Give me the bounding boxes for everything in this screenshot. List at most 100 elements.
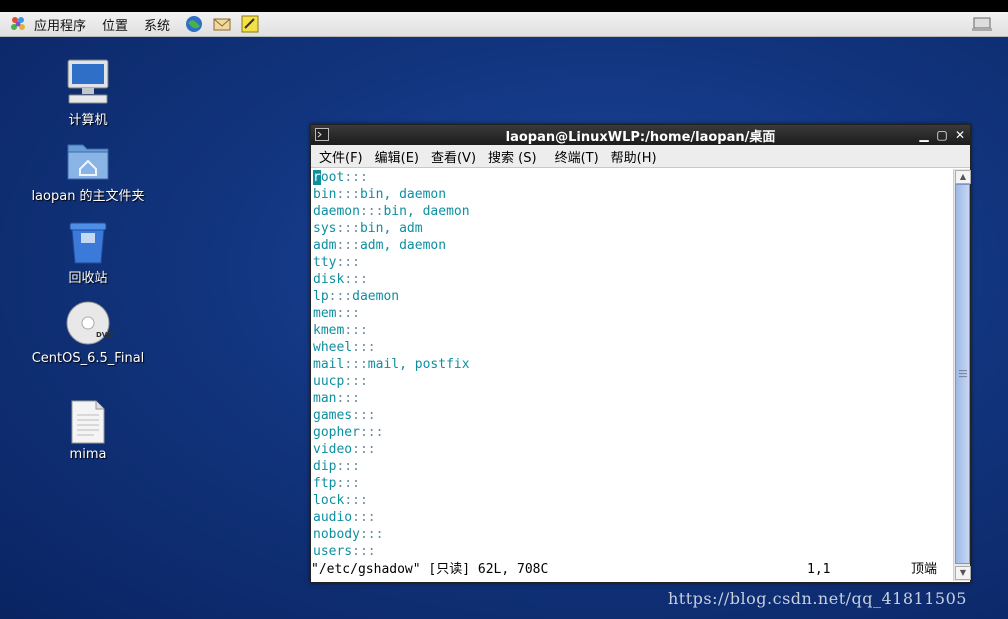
- desktop-icon-trash[interactable]: 回收站: [28, 217, 148, 286]
- group-name: gopher: [313, 425, 360, 440]
- terminal-line: tty:::: [311, 254, 953, 271]
- terminal-line: daemon:::bin, daemon: [311, 203, 953, 220]
- maximize-icon[interactable]: ▢: [934, 127, 950, 143]
- field-separator: :::: [336, 306, 360, 321]
- close-icon[interactable]: ✕: [952, 127, 968, 143]
- desktop-icon-home[interactable]: laopan 的主文件夹: [28, 139, 148, 204]
- group-name: man: [313, 391, 337, 406]
- vim-status-line: "/etc/gshadow" [只读] 62L, 708C 1,1 顶端: [311, 561, 953, 578]
- text-file-icon: [71, 400, 105, 444]
- desktop-icon-label: CentOS_6.5_Final: [31, 351, 145, 366]
- group-name: root: [313, 170, 345, 185]
- terminal-line: nobody:::: [311, 526, 953, 543]
- desktop-icon-file[interactable]: mima: [28, 399, 148, 462]
- field-separator: :::: [352, 544, 376, 559]
- field-separator: :::: [336, 221, 360, 236]
- field-separator: :::: [328, 289, 353, 304]
- home-folder-icon: [67, 144, 109, 180]
- field-separator: :::: [344, 493, 368, 508]
- terminal-line: users:::: [311, 543, 953, 560]
- group-name: ftp: [313, 476, 337, 491]
- field-separator: :::: [352, 340, 376, 355]
- terminal-line: disk:::: [311, 271, 953, 288]
- menu-edit[interactable]: 编辑(E): [375, 147, 419, 166]
- computer-icon: [67, 59, 109, 104]
- group-name: disk: [313, 272, 345, 287]
- terminal-line: mem:::: [311, 305, 953, 322]
- scroll-up-icon[interactable]: ▲: [955, 170, 971, 184]
- terminal-line: gopher:::: [311, 424, 953, 441]
- menu-file[interactable]: 文件(F): [319, 147, 363, 166]
- group-members: bin, daemon: [383, 204, 470, 219]
- terminal-line: lp:::daemon: [311, 288, 953, 305]
- field-separator: :::: [359, 204, 384, 219]
- terminal-line: ftp:::: [311, 475, 953, 492]
- terminal-line: root:::: [311, 169, 953, 186]
- terminal-content[interactable]: root::: bin:::bin, daemon daemon:::bin, da…: [311, 169, 953, 581]
- group-name: sys: [313, 221, 337, 236]
- dvd-icon: DVD: [66, 301, 113, 345]
- field-separator: :::: [344, 357, 368, 372]
- group-name: dip: [313, 459, 337, 474]
- desktop-icon-label: 计算机: [68, 113, 108, 128]
- terminal-line: man:::: [311, 390, 953, 407]
- group-name: video: [313, 442, 353, 457]
- field-separator: :::: [359, 425, 384, 440]
- top-panel: 应用程序 位置 系统: [0, 12, 1008, 37]
- menu-help[interactable]: 帮助(H): [611, 147, 657, 166]
- terminal-scrollbar[interactable]: ▲ ― ― ― ▼: [953, 169, 971, 581]
- desktop-icon-computer[interactable]: 计算机: [28, 57, 148, 128]
- field-separator: :::: [336, 476, 360, 491]
- menu-view[interactable]: 查看(V): [431, 147, 476, 166]
- group-name: audio: [313, 510, 353, 525]
- text-editor-icon[interactable]: [240, 14, 260, 34]
- terminal-icon: [315, 128, 329, 141]
- group-name: nobody: [313, 527, 360, 542]
- terminal-line: uucp:::: [311, 373, 953, 390]
- field-separator: :::: [352, 408, 376, 423]
- menu-search[interactable]: 搜索 (S): [488, 147, 537, 166]
- terminal-window[interactable]: laopan@LinuxWLP:/home/laopan/桌面 ▁ ▢ ✕ 文件…: [310, 124, 971, 583]
- menu-terminal[interactable]: 终端(T): [555, 147, 599, 166]
- group-name: wheel: [313, 340, 353, 355]
- terminal-line: sys:::bin, adm: [311, 220, 953, 237]
- field-separator: :::: [336, 255, 360, 270]
- mail-client-icon[interactable]: [212, 14, 232, 34]
- group-name: mem: [313, 306, 337, 321]
- scrollbar-thumb[interactable]: ― ― ―: [955, 184, 970, 564]
- field-separator: :::: [352, 442, 376, 457]
- menu-places[interactable]: 位置: [102, 15, 128, 34]
- group-members: bin, daemon: [359, 187, 447, 202]
- text-cursor: r: [313, 170, 321, 185]
- desktop-icon-dvd[interactable]: DVD CentOS_6.5_Final: [28, 299, 148, 366]
- group-members: adm, daemon: [359, 238, 447, 253]
- terminal-line: games:::: [311, 407, 953, 424]
- group-name: lp: [313, 289, 329, 304]
- group-members: bin, adm: [359, 221, 423, 236]
- group-name: tty: [313, 255, 337, 270]
- terminal-titlebar[interactable]: laopan@LinuxWLP:/home/laopan/桌面 ▁ ▢ ✕: [311, 125, 970, 145]
- menu-applications[interactable]: 应用程序: [34, 15, 86, 34]
- group-members: mail, postfix: [367, 357, 470, 372]
- scroll-down-icon[interactable]: ▼: [955, 566, 971, 580]
- web-browser-icon[interactable]: [184, 14, 204, 34]
- terminal-line: mail:::mail, postfix: [311, 356, 953, 373]
- group-members: daemon: [352, 289, 400, 304]
- status-file: "/etc/gshadow" [只读] 62L, 708C: [311, 562, 549, 577]
- minimize-icon[interactable]: ▁: [916, 127, 932, 143]
- terminal-lines: root::: bin:::bin, daemon daemon:::bin, da…: [311, 169, 953, 560]
- desktop-icon-label: laopan 的主文件夹: [31, 189, 145, 204]
- terminal-line: audio:::: [311, 509, 953, 526]
- desktop-icon-label: mima: [69, 447, 107, 462]
- terminal-line: video:::: [311, 441, 953, 458]
- terminal-line: wheel:::: [311, 339, 953, 356]
- group-name: kmem: [313, 323, 345, 338]
- field-separator: :::: [344, 374, 368, 389]
- field-separator: :::: [344, 323, 368, 338]
- menu-system[interactable]: 系统: [144, 15, 170, 34]
- network-tray-icon[interactable]: [970, 14, 994, 34]
- grip-icon: ― ― ―: [959, 366, 967, 381]
- terminal-line: kmem:::: [311, 322, 953, 339]
- gnome-foot-icon[interactable]: [8, 14, 28, 34]
- group-name: adm: [313, 238, 337, 253]
